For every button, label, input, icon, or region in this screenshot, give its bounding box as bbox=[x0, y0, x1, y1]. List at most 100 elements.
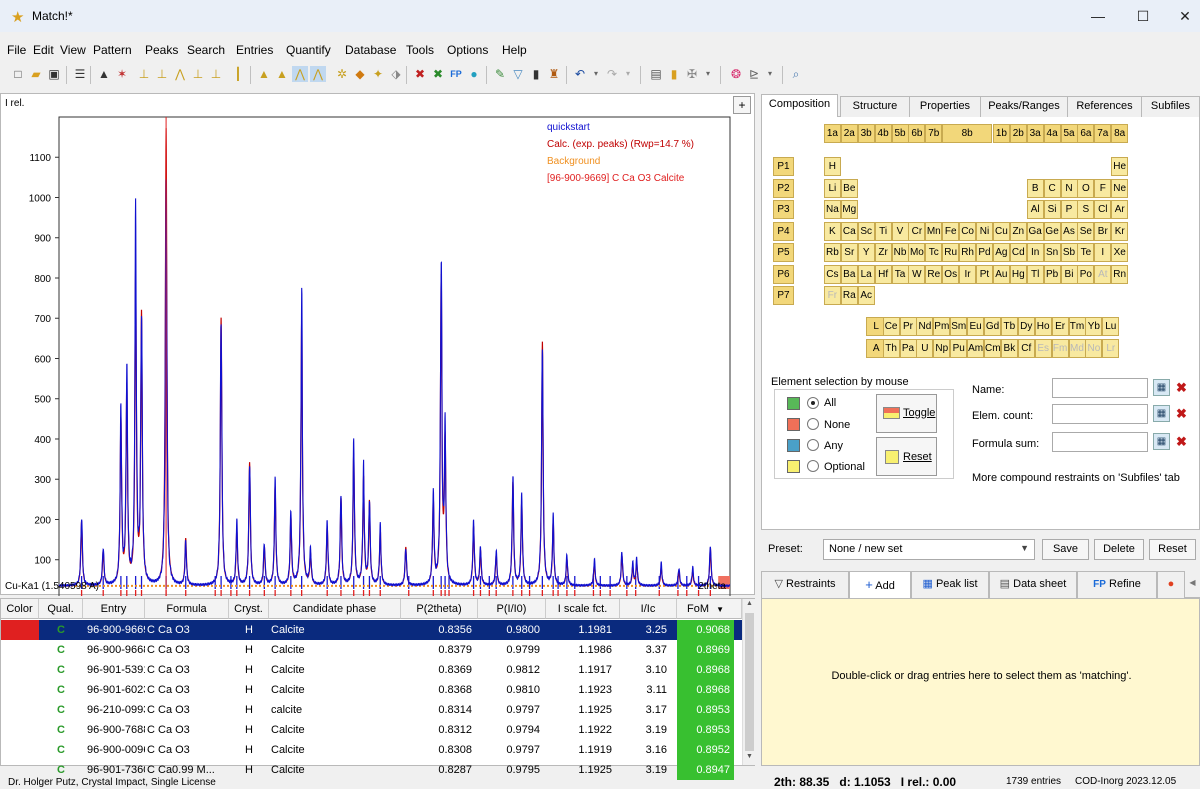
none-radio[interactable] bbox=[807, 418, 819, 430]
diffraction-plot-panel[interactable]: 10020030040050060070080090010001100 20.0… bbox=[0, 93, 756, 596]
header-p-i-i0[interactable]: P(I/I0) bbox=[478, 599, 546, 619]
element-cr[interactable]: Cr bbox=[908, 221, 926, 241]
menu-database[interactable]: Database bbox=[345, 43, 396, 57]
element-yb[interactable]: Yb bbox=[1085, 317, 1103, 336]
element-ta[interactable]: Ta bbox=[891, 264, 909, 284]
list-icon[interactable]: ☰ bbox=[72, 66, 88, 82]
tab-subfiles[interactable]: Subfiles bbox=[1141, 96, 1200, 117]
group-8a[interactable]: 8a bbox=[1111, 124, 1129, 143]
element-nd[interactable]: Nd bbox=[916, 317, 934, 336]
element-s[interactable]: S bbox=[1077, 200, 1095, 219]
element-nb[interactable]: Nb bbox=[891, 243, 909, 262]
element-fe[interactable]: Fe bbox=[942, 221, 960, 241]
element-w[interactable]: W bbox=[908, 264, 926, 284]
diffraction-plot[interactable]: 10020030040050060070080090010001100 20.0… bbox=[1, 94, 756, 596]
element-i[interactable]: I bbox=[1094, 243, 1112, 262]
element-n[interactable]: N bbox=[1060, 178, 1078, 198]
element-lu[interactable]: Lu bbox=[1102, 317, 1120, 336]
name-search-icon[interactable]: ▦ bbox=[1153, 379, 1170, 396]
element-v[interactable]: V bbox=[891, 221, 909, 241]
element-ir[interactable]: Ir bbox=[959, 264, 977, 284]
element-th[interactable]: Th bbox=[882, 338, 900, 358]
element-bk[interactable]: Bk bbox=[1000, 338, 1018, 358]
header-i-scale[interactable]: I scale fct. bbox=[546, 599, 620, 619]
element-po[interactable]: Po bbox=[1077, 264, 1095, 284]
element-gd[interactable]: Gd bbox=[984, 317, 1001, 336]
table-row[interactable]: C 96-901-5391 C Ca O3 H Calcite 0.8369 0.9812 1… bbox=[1, 660, 743, 680]
element-mn[interactable]: Mn bbox=[925, 221, 943, 241]
add-peak-icon[interactable]: ┃ bbox=[230, 66, 246, 82]
peak-pattern-icon[interactable]: ▲ bbox=[96, 66, 112, 82]
element-h[interactable]: H bbox=[823, 157, 841, 176]
element-ni[interactable]: Ni bbox=[976, 221, 993, 241]
tab-refine[interactable]: FP Refine bbox=[1077, 571, 1157, 598]
element-rb[interactable]: Rb bbox=[823, 243, 841, 262]
save-icon[interactable]: ▣ bbox=[46, 66, 62, 82]
tabs-scroll-left-icon[interactable]: ◀ bbox=[1186, 578, 1199, 591]
period-p7[interactable]: P7 bbox=[773, 286, 794, 305]
peak-tool-3-icon[interactable]: ⋀ bbox=[172, 66, 188, 82]
tab-peak-list[interactable]: ▦ Peak list bbox=[911, 571, 989, 598]
group-1b[interactable]: 1b bbox=[992, 124, 1010, 143]
element-ar[interactable]: Ar bbox=[1111, 200, 1129, 219]
group-6b[interactable]: 6b bbox=[908, 124, 926, 143]
element-sn[interactable]: Sn bbox=[1043, 243, 1061, 262]
toggle-button[interactable]: Toggle bbox=[876, 394, 937, 433]
edit-icon[interactable]: ✎ bbox=[492, 66, 508, 82]
element-er[interactable]: Er bbox=[1051, 317, 1069, 336]
elem-count-search-icon[interactable]: ▦ bbox=[1153, 405, 1170, 422]
arrow-icon[interactable]: ⬗ bbox=[388, 66, 404, 82]
notes-icon[interactable]: ▤ bbox=[648, 66, 664, 82]
element-eu[interactable]: Eu bbox=[967, 317, 985, 336]
element-cd[interactable]: Cd bbox=[1009, 243, 1027, 262]
reset-preset-button[interactable]: Reset bbox=[1149, 539, 1196, 560]
peak-tool-2-icon[interactable]: ⊥ bbox=[154, 66, 170, 82]
element-mg[interactable]: Mg bbox=[840, 200, 858, 219]
period-p3[interactable]: P3 bbox=[773, 200, 794, 219]
group-6a[interactable]: 6a bbox=[1077, 124, 1095, 143]
element-es[interactable]: Es bbox=[1034, 338, 1052, 358]
period-p1[interactable]: P1 bbox=[773, 157, 794, 176]
tab-properties[interactable]: Properties bbox=[909, 96, 981, 117]
group-3a[interactable]: 3a bbox=[1026, 124, 1044, 143]
element-hf[interactable]: Hf bbox=[874, 264, 892, 284]
group-2b[interactable]: 2b bbox=[1009, 124, 1027, 143]
element-ho[interactable]: Ho bbox=[1034, 317, 1052, 336]
minimize-button[interactable]: — bbox=[1083, 6, 1113, 26]
element-p[interactable]: P bbox=[1060, 200, 1078, 219]
zoom-icon[interactable]: ⌕ bbox=[788, 66, 804, 82]
crystal-icon[interactable]: ▽ bbox=[510, 66, 526, 82]
scroll-up-icon[interactable]: ▲ bbox=[744, 600, 755, 611]
table-row[interactable]: C 96-901-6023 C Ca O3 H Calcite 0.8368 0.9810 1… bbox=[1, 680, 743, 700]
element-br[interactable]: Br bbox=[1094, 221, 1112, 241]
element-cf[interactable]: Cf bbox=[1017, 338, 1035, 358]
tab-peaks-ranges[interactable]: Peaks/Ranges bbox=[980, 96, 1068, 117]
period-p5[interactable]: P5 bbox=[773, 243, 794, 262]
element-be[interactable]: Be bbox=[840, 178, 858, 198]
header-entry[interactable]: Entry bbox=[83, 599, 145, 619]
peak-tool-5-icon[interactable]: ⊥ bbox=[208, 66, 224, 82]
tab-composition[interactable]: Composition bbox=[761, 94, 838, 118]
tab-references[interactable]: References bbox=[1067, 96, 1142, 117]
scrollbar-thumb[interactable] bbox=[745, 613, 754, 751]
peaks-c-icon[interactable]: ⋀ bbox=[292, 66, 308, 82]
element-la[interactable]: La bbox=[857, 264, 875, 284]
matching-entries-area[interactable]: Double-click or drag entries here to sel… bbox=[761, 598, 1200, 766]
menu-edit[interactable]: Edit bbox=[33, 43, 54, 57]
delete-preset-button[interactable]: Delete bbox=[1094, 539, 1144, 560]
table-row[interactable]: C 96-900-9669 C Ca O3 H Calcite 0.8356 0.9800 1… bbox=[1, 620, 743, 640]
redo-dropdown-icon[interactable]: ▾ bbox=[620, 66, 636, 82]
table-row[interactable]: C 96-210-0993 C Ca O3 Hcalcite 0.8314 0.9797 1… bbox=[1, 700, 743, 720]
formula-sum-clear-icon[interactable]: ✖ bbox=[1173, 433, 1190, 450]
element-tl[interactable]: Tl bbox=[1026, 264, 1044, 284]
group-1a[interactable]: 1a bbox=[823, 124, 841, 143]
element-te[interactable]: Te bbox=[1077, 243, 1095, 262]
elem-count-clear-icon[interactable]: ✖ bbox=[1173, 405, 1190, 422]
element-cu[interactable]: Cu bbox=[992, 221, 1010, 241]
element-pa[interactable]: Pa bbox=[899, 338, 917, 358]
element-zn[interactable]: Zn bbox=[1009, 221, 1027, 241]
element-sm[interactable]: Sm bbox=[950, 317, 968, 336]
element-ra[interactable]: Ra bbox=[840, 286, 858, 305]
element-sc[interactable]: Sc bbox=[857, 221, 875, 241]
table-scrollbar[interactable]: ▲ ▼ bbox=[742, 599, 755, 765]
